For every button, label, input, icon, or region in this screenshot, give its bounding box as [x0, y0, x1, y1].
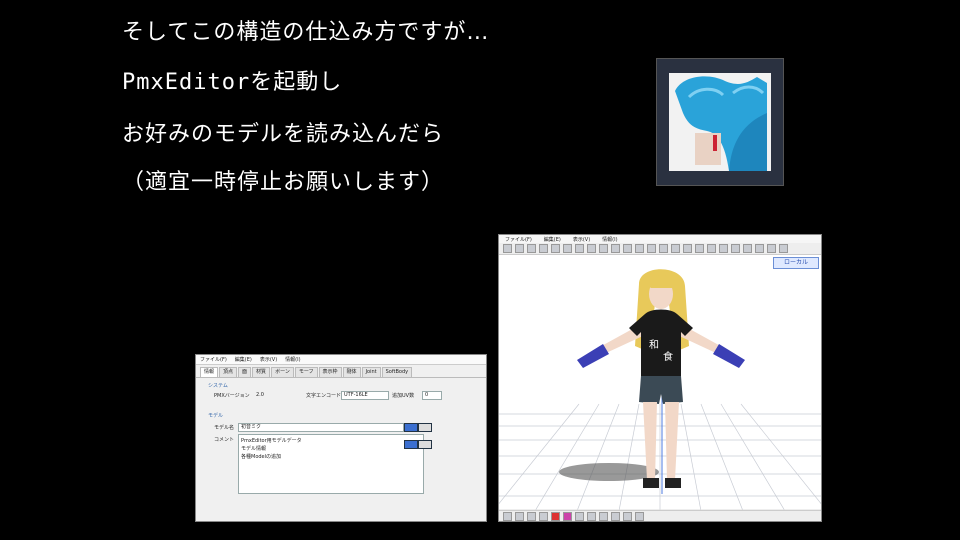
toolbar-icon[interactable]	[635, 244, 644, 253]
toolbar-icon[interactable]	[563, 244, 572, 253]
toolbar-icon[interactable]	[659, 244, 668, 253]
status-icon-pink[interactable]	[563, 511, 572, 521]
comment-line: 各種Modelの追加	[241, 454, 282, 460]
tab-display-frame[interactable]: 表示枠	[318, 367, 342, 377]
status-icon[interactable]	[575, 511, 584, 521]
slide-line-4: （適宜一時停止お願いします）	[122, 170, 445, 195]
status-icon[interactable]	[503, 511, 512, 521]
lang-en-button[interactable]	[418, 423, 432, 432]
model-name-label: モデル名	[214, 425, 235, 431]
editor-menu-view[interactable]: 表示(V)	[260, 356, 277, 363]
floor-grid	[499, 403, 821, 511]
svg-text:食: 食	[663, 350, 673, 363]
editor-menubar: ファイル(F) 編集(E) 表示(V) 情報(I)	[196, 355, 486, 365]
hair-closeup-image	[669, 73, 771, 171]
status-icon[interactable]	[623, 511, 632, 521]
hair-thumbnail	[656, 58, 784, 186]
tab-face[interactable]: 面	[238, 367, 252, 377]
lang-jp-button[interactable]	[404, 423, 418, 432]
tab-info[interactable]: 情報	[200, 367, 219, 377]
slide-line-3: お好みのモデルを読み込んだら	[122, 122, 445, 147]
model-right-shoe	[665, 478, 681, 488]
viewer-menubar: ファイル(F) 編集(E) 表示(V) 情報(I)	[499, 235, 821, 243]
slide-line-2: PmxEditorを起動し	[122, 70, 343, 95]
editor-info-panel: システム PMXバージョン 2.0 文字エンコード UTF-16LE 追加UV数…	[196, 378, 486, 521]
tab-rigidbody[interactable]: 剛体	[342, 367, 361, 377]
toolbar-icon[interactable]	[503, 244, 512, 253]
status-icon[interactable]	[599, 511, 608, 521]
toolbar-icon[interactable]	[743, 244, 752, 253]
toolbar-icon[interactable]	[611, 244, 620, 253]
toolbar-icon[interactable]	[695, 244, 704, 253]
group-model-label: モデル	[208, 413, 224, 419]
pmx-version-value: 2.0	[256, 392, 264, 398]
pmx-editor-window: ファイル(F) 編集(E) 表示(V) 情報(I) 情報 頂点 面 材質 ボーン…	[195, 354, 487, 522]
pmx-version-label: PMXバージョン	[214, 393, 250, 399]
toolbar-icon[interactable]	[587, 244, 596, 253]
model-shorts	[639, 376, 683, 404]
encoding-select[interactable]: UTF-16LE	[341, 391, 389, 400]
status-icon[interactable]	[539, 511, 548, 521]
toolbar-icon[interactable]	[779, 244, 788, 253]
pmx-view-window: ファイル(F) 編集(E) 表示(V) 情報(I) ローカル 和 食	[498, 234, 822, 522]
status-icon[interactable]	[515, 511, 524, 521]
tab-morph[interactable]: モーフ	[294, 367, 318, 377]
svg-text:和: 和	[649, 339, 659, 351]
group-system-label: システム	[208, 383, 228, 389]
comment-en-button[interactable]	[418, 440, 432, 449]
comment-textarea[interactable]: PmxEditor用モデルデータ モデル情報 各種Modelの追加	[238, 434, 424, 494]
toolbar-icon[interactable]	[767, 244, 776, 253]
toolbar-icon[interactable]	[515, 244, 524, 253]
model-viewport[interactable]: 和 食	[499, 254, 821, 511]
status-icon[interactable]	[527, 511, 536, 521]
editor-menu-info[interactable]: 情報(I)	[285, 356, 300, 363]
toolbar-icon[interactable]	[719, 244, 728, 253]
toolbar-icon[interactable]	[599, 244, 608, 253]
viewer-menu-edit[interactable]: 編集(E)	[544, 236, 561, 243]
comment-label: コメント	[214, 437, 235, 443]
toolbar-icon[interactable]	[527, 244, 536, 253]
status-icon[interactable]	[587, 511, 596, 521]
tab-material[interactable]: 材質	[252, 367, 271, 377]
status-icon-red[interactable]	[551, 511, 560, 521]
tab-vertex[interactable]: 頂点	[219, 367, 238, 377]
toolbar-icon[interactable]	[671, 244, 680, 253]
model-name-input[interactable]: 初音ミク	[238, 423, 404, 432]
editor-menu-file[interactable]: ファイル(F)	[200, 356, 227, 363]
viewer-menu-view[interactable]: 表示(V)	[573, 236, 590, 243]
viewer-menu-info[interactable]: 情報(I)	[602, 236, 617, 243]
toolbar-icon[interactable]	[575, 244, 584, 253]
viewer-menu-file[interactable]: ファイル(F)	[505, 236, 532, 243]
tab-softbody[interactable]: SoftBody	[381, 367, 413, 377]
encoding-label: 文字エンコード	[306, 393, 342, 399]
comment-line: PmxEditor用モデルデータ	[241, 438, 302, 444]
model-left-shoe	[643, 478, 659, 488]
toolbar-icon[interactable]	[539, 244, 548, 253]
tab-joint[interactable]: Joint	[361, 367, 381, 377]
additional-uv-label: 追加UV数	[392, 393, 415, 399]
toolbar-icon[interactable]	[731, 244, 740, 253]
toolbar-icon[interactable]	[755, 244, 764, 253]
status-icon[interactable]	[611, 511, 620, 521]
toolbar-icon[interactable]	[551, 244, 560, 253]
toolbar-icon[interactable]	[623, 244, 632, 253]
slide-line-1: そしてこの構造の仕込み方ですが…	[122, 20, 490, 45]
editor-tabs: 情報 頂点 面 材質 ボーン モーフ 表示枠 剛体 Joint SoftBody	[196, 365, 486, 378]
toolbar-icon[interactable]	[707, 244, 716, 253]
editor-menu-edit[interactable]: 編集(E)	[235, 356, 252, 363]
comment-jp-button[interactable]	[404, 440, 418, 449]
status-icon[interactable]	[635, 511, 644, 521]
additional-uv-select[interactable]: 0	[422, 391, 442, 400]
toolbar-icon[interactable]	[683, 244, 692, 253]
toolbar-icon[interactable]	[647, 244, 656, 253]
comment-line: モデル情報	[241, 446, 267, 452]
viewer-statusbar	[499, 510, 821, 521]
model-left-glove	[577, 344, 609, 368]
tab-bone[interactable]: ボーン	[271, 367, 294, 377]
model-right-glove	[713, 344, 745, 368]
